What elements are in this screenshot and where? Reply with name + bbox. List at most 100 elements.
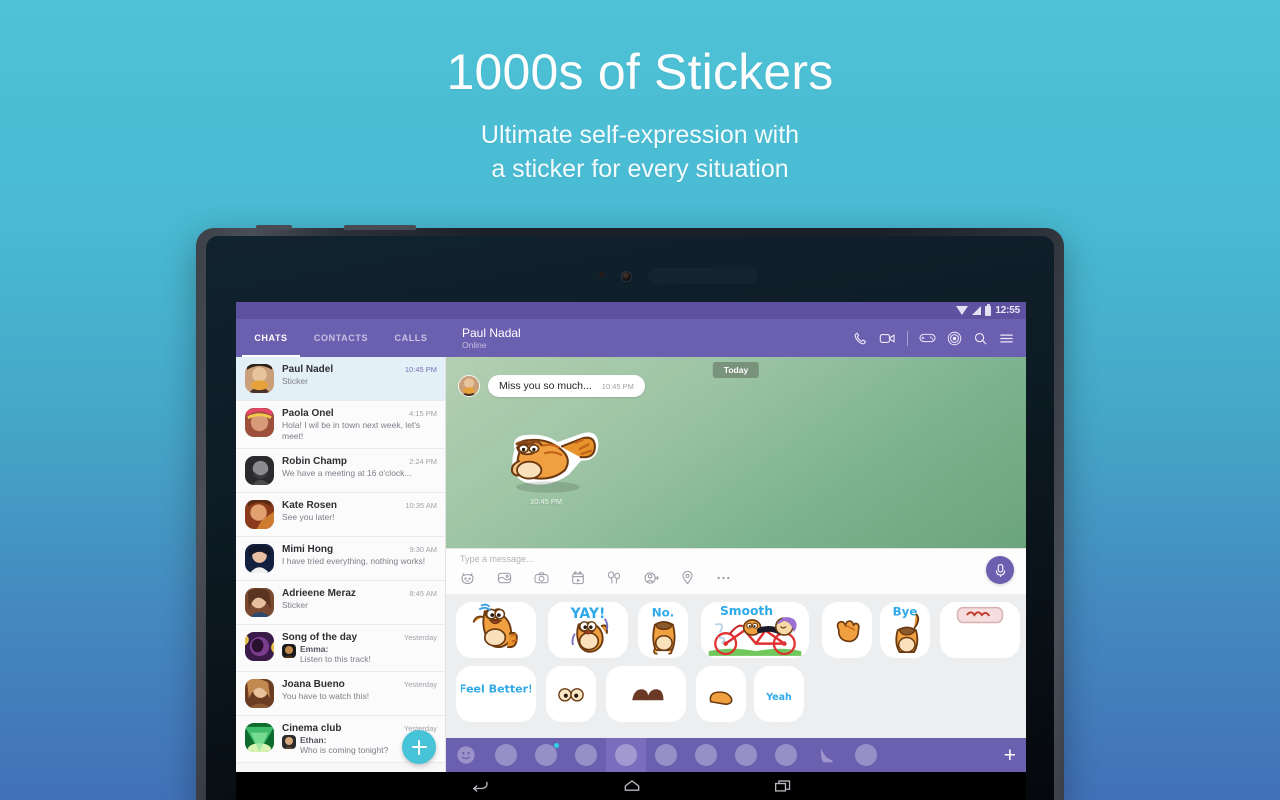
video-icon[interactable] [571,571,585,585]
character-cat-icon [615,744,637,766]
recents-icon[interactable] [774,778,792,794]
sticker-item[interactable] [450,598,542,662]
sticker-tab-laugh[interactable] [526,738,566,772]
mic-icon [995,563,1005,577]
character-couple-icon [775,744,797,766]
chat-preview: You have to watch this! [282,691,370,701]
avatar [245,544,274,573]
promo-subtitle-line1: Ultimate self-expression with [480,121,800,149]
image-icon[interactable] [497,571,512,585]
search-icon[interactable] [973,331,988,346]
new-chat-button[interactable] [402,730,436,764]
sticker-smooth-bicycle: Smooth [708,604,802,656]
character-cap-icon [575,744,597,766]
sticker-item[interactable] [600,662,692,726]
sticker-tab-couple[interactable] [766,738,806,772]
message-bubble[interactable]: Miss you so much... 10:45 PM [488,375,645,397]
sticker-item[interactable] [934,598,1026,662]
message-text: Miss you so much... [499,380,592,392]
sticker-item[interactable]: YAY! [542,598,634,662]
cat-sticker-no: No. [652,605,676,655]
sticker-item[interactable] [692,662,750,726]
sticker-item[interactable]: No. [634,598,692,662]
signal-icon [972,306,982,315]
chat-list-item[interactable]: Mimi Hong 9:30 AM I have tried everythin… [236,537,445,581]
chat-preview: Who is coming tonight? [300,745,389,755]
add-sticker-pack-button[interactable]: + [1004,745,1016,766]
sticker-timestamp: 10:45 PM [530,497,563,506]
app-bar-actions [853,319,1026,357]
viber-out-icon[interactable] [947,331,962,346]
sticker-tab-curly[interactable] [846,738,886,772]
call-icon[interactable] [853,331,868,346]
chat-time: 9:30 AM [409,545,437,554]
voice-message-button[interactable] [986,556,1014,584]
sticker-tab-bean[interactable] [686,738,726,772]
tab-calls[interactable]: CALLS [376,319,446,357]
chat-list-item[interactable]: Paul Nadel 10:45 PM Sticker [236,357,445,401]
chat-list[interactable]: Paul Nadel 10:45 PM Sticker Paola Onel 4… [236,357,446,772]
chat-list-item[interactable]: Adrieene Meraz 8:45 AM Sticker [236,581,445,625]
chat-name: Robin Champ [282,456,347,467]
sticker-message[interactable] [486,427,608,507]
conversation-header[interactable]: Paul Nadal Online [446,319,853,357]
message-input[interactable]: Type a message... [460,554,1016,564]
chat-list-item[interactable]: Joana Bueno Yesterday You have to watch … [236,672,445,716]
divider [907,330,908,346]
chat-preview: We have a meeting at 16 o'clock... [282,468,412,478]
chat-time: Yesterday [403,633,437,642]
chat-list-item[interactable]: Song of the day Yesterday Emma: Listen t… [236,625,445,672]
location-icon[interactable] [681,571,694,585]
power-button [256,225,292,230]
sticker-panel[interactable]: YAY! No. Smooth Bye Feel Better! Yeah + [446,594,1026,772]
avatar [245,723,274,752]
sticker-tab-bar: + [446,738,1026,772]
chat-preview: See you later! [282,512,335,522]
character-bean-icon [695,744,717,766]
camera-icon[interactable] [534,571,549,585]
sticker-tab-shoe[interactable] [806,738,846,772]
chat-preview: Sticker [282,600,308,610]
back-icon[interactable] [470,778,490,794]
cat-sticker-row2-d [632,689,664,701]
sticker-tab-girl[interactable] [486,738,526,772]
chat-list-item[interactable]: Kate Rosen 10:35 AM See you later! [236,493,445,537]
menu-icon[interactable] [999,332,1014,345]
sticker-tab-monster[interactable] [726,738,766,772]
sticker-tab-cat[interactable] [606,738,646,772]
sticker-item[interactable] [818,598,876,662]
sticker-item[interactable]: Bye [876,598,934,662]
tablet-device: 12:55 CHATS CONTACTS CALLS Paul Nadal On… [196,225,1064,800]
chat-list-item[interactable]: Paola Onel 4:15 PM Hola! I wil be in tow… [236,401,445,449]
chat-preview: Listen to this track! [300,654,371,664]
home-icon[interactable] [622,778,642,794]
front-camera-icon [622,272,631,281]
shoe-icon [820,748,833,763]
hand-sticker-row2 [709,691,733,706]
sticker-tab-cap[interactable] [566,738,606,772]
chat-list-item[interactable]: Robin Champ 2:24 PM We have a meeting at… [236,449,445,493]
chat-time: Yesterday [403,680,437,689]
tab-chats[interactable]: CHATS [236,319,306,357]
sticker-item[interactable]: Yeah [750,662,808,726]
battery-icon [985,303,992,316]
cat-sticker-eyes [558,688,584,702]
sticker-item[interactable] [542,662,600,726]
gift-icon[interactable] [607,571,622,585]
sticker-item[interactable]: Smooth [692,598,818,662]
sticker-tab-smiley[interactable] [446,738,486,772]
sticker-item[interactable]: Feel Better! [450,662,542,726]
chat-preview: I have tried everything, nothing works! [282,556,426,566]
video-call-icon[interactable] [879,331,896,346]
contact-icon[interactable] [644,571,659,585]
avatar [245,364,274,393]
avatar [245,456,274,485]
tab-contacts[interactable]: CONTACTS [306,319,376,357]
chat-name: Kate Rosen [282,500,338,511]
chat-name: Mimi Hong [282,544,334,555]
more-icon[interactable] [716,575,731,581]
sender-avatar [282,735,296,749]
sticker-icon[interactable] [460,571,475,585]
games-icon[interactable] [919,331,936,345]
sticker-tab-longhair[interactable] [646,738,686,772]
